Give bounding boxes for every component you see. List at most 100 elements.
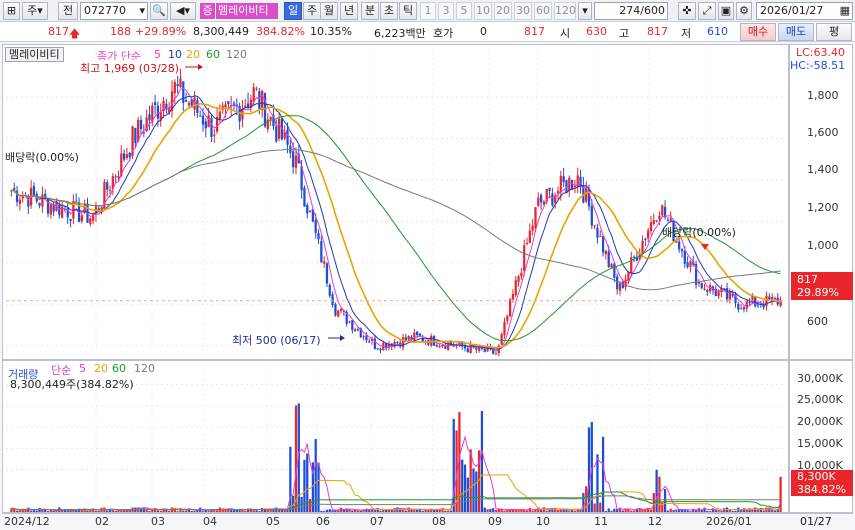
volume-bar — [416, 509, 419, 512]
candle-body — [658, 215, 661, 220]
volume-ma-period-3: 120 — [134, 362, 155, 375]
volume-bar — [762, 510, 765, 512]
volume-bar — [354, 509, 357, 512]
x-axis-label: 07 — [370, 515, 384, 528]
volume-bar — [742, 508, 746, 512]
volume-bar — [404, 510, 407, 512]
volume-bar — [373, 510, 376, 512]
volume-bar — [230, 509, 233, 512]
volume-bar — [272, 509, 275, 512]
candle-body — [122, 153, 126, 160]
volume-bar — [531, 510, 534, 512]
volume-bar — [717, 510, 720, 512]
volume-bar — [582, 492, 585, 512]
volume-bar — [184, 510, 188, 512]
candle-body — [506, 316, 509, 321]
candle-body — [314, 219, 317, 233]
volume-bar — [621, 510, 624, 512]
candle-body — [700, 283, 703, 289]
volume-value: 8,300,449주(384.82%) — [10, 378, 134, 391]
high-annotation: 최고 1,969 (03/28) — [80, 60, 180, 76]
volume-bar — [483, 507, 486, 512]
candle-body — [125, 154, 129, 158]
volume-bar — [644, 509, 647, 512]
volume-bar — [703, 507, 706, 512]
price-axis-label: 1,600 — [807, 126, 839, 139]
volume-bar — [568, 510, 571, 512]
volume-bar — [599, 502, 602, 512]
candle-body — [308, 210, 312, 212]
candle-body — [590, 206, 593, 226]
candle-body — [607, 251, 610, 267]
volume-bar — [97, 510, 100, 512]
candle-body — [508, 299, 512, 317]
volume-bar — [680, 509, 684, 512]
volume-bar — [632, 510, 636, 512]
candle-body — [717, 291, 720, 297]
volume-bar — [573, 510, 577, 512]
volume-bar — [492, 508, 495, 512]
candle-body — [621, 281, 624, 289]
candle-body — [275, 126, 278, 142]
price-box-value: 817 — [797, 273, 818, 286]
volume-bar — [55, 511, 58, 512]
volume-bar — [176, 511, 179, 512]
volume-bar — [320, 510, 323, 512]
candle-body — [354, 329, 357, 332]
candle-body — [148, 114, 151, 121]
volume-bar — [649, 509, 653, 512]
candle-body — [678, 241, 681, 250]
candle-body — [153, 102, 157, 106]
x-axis-label: 09 — [488, 515, 502, 528]
candle-body — [618, 283, 622, 291]
volume-bar — [545, 510, 548, 512]
volume-ma-period-1: 20 — [94, 362, 108, 375]
volume-bar — [593, 503, 596, 512]
volume-bar — [94, 510, 98, 512]
candle-body — [368, 341, 371, 343]
low-annotation: 최저 500 (06/17) — [232, 332, 321, 348]
candle-body — [500, 334, 503, 345]
volume-bar — [663, 489, 667, 512]
volume-bar — [427, 510, 430, 512]
volume-bar — [382, 509, 385, 512]
candle-body — [562, 176, 565, 183]
volume-bar — [162, 508, 165, 512]
ma-line-120 — [11, 149, 781, 291]
volume-box-pct: 384.82% — [797, 483, 846, 496]
volume-bar — [49, 510, 52, 512]
candle-body — [337, 310, 340, 317]
candle-body — [494, 353, 498, 355]
volume-bar — [728, 509, 732, 512]
candle-body — [334, 304, 337, 316]
chart-svg[interactable] — [0, 0, 855, 530]
volume-bar — [328, 509, 331, 512]
candle-body — [523, 245, 526, 271]
price-axis-label: 1,200 — [807, 201, 839, 214]
volume-bar — [286, 509, 289, 512]
candle-body — [325, 263, 329, 284]
candle-body — [201, 115, 205, 125]
volume-bar — [709, 511, 712, 512]
candle-body — [742, 307, 746, 310]
volume-bar — [686, 510, 689, 512]
price-box: 817 29.89% — [791, 272, 853, 300]
x-axis-label: 03 — [151, 515, 165, 528]
ma-line-10 — [11, 95, 781, 350]
candle-body — [218, 111, 222, 120]
volume-bar — [596, 454, 599, 512]
candle-body — [89, 218, 92, 225]
candle-body — [286, 129, 289, 145]
volume-bar — [731, 510, 734, 512]
candle-body — [551, 193, 554, 206]
price-axis-label: 600 — [807, 315, 828, 328]
candle-body — [331, 294, 334, 305]
volume-bar — [32, 510, 36, 512]
candle-body — [669, 218, 672, 221]
price-axis-label: 1,400 — [807, 163, 839, 176]
volume-bar — [168, 510, 171, 512]
candle-body — [706, 289, 709, 292]
candle-body — [520, 272, 523, 277]
volume-bar — [337, 510, 340, 512]
volume-axis-label: 30,000K — [797, 372, 843, 385]
